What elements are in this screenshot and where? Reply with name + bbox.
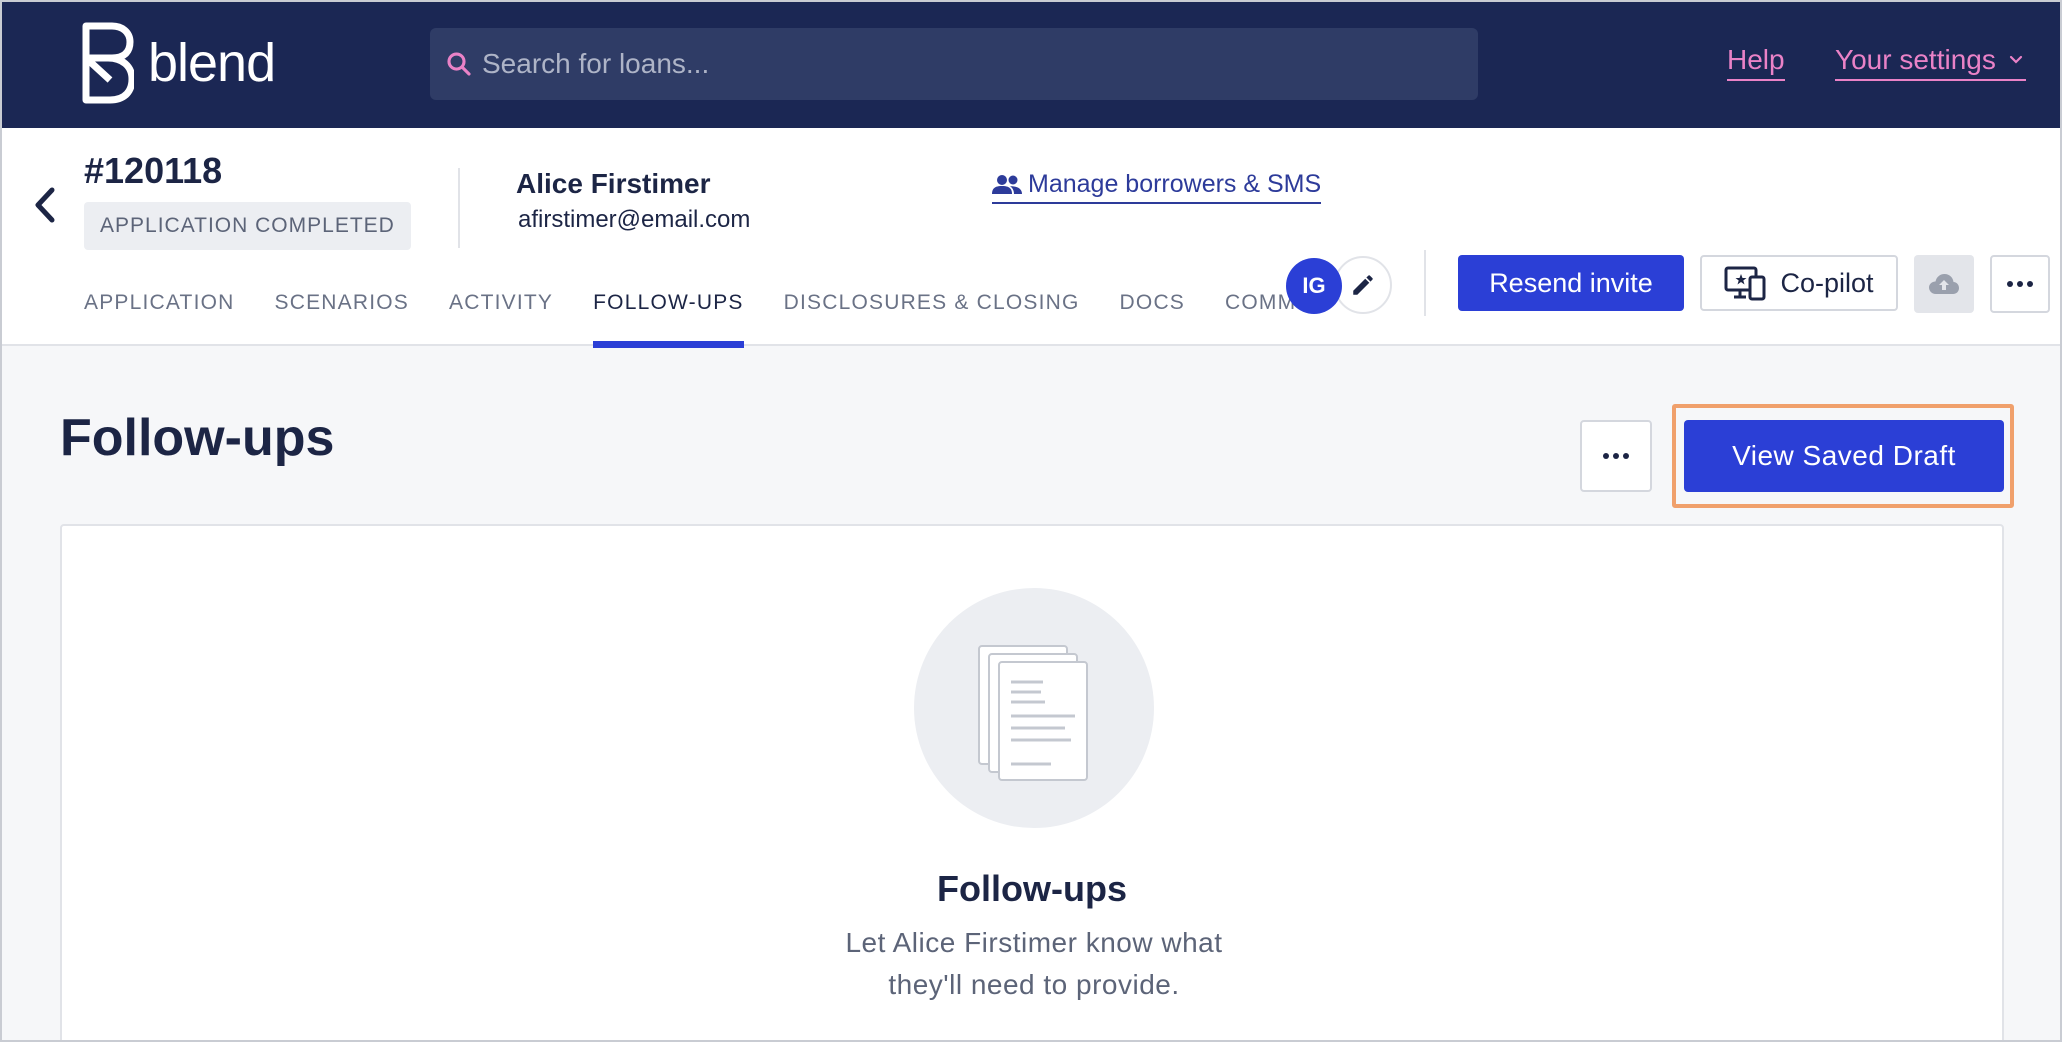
borrower-email: afirstimer@email.com xyxy=(518,206,751,233)
chevron-down-icon xyxy=(2009,55,2022,64)
tab-scenarios[interactable]: SCENARIOS xyxy=(275,288,410,346)
your-settings-label: Your settings xyxy=(1835,44,1996,75)
manage-borrowers-link[interactable]: Manage borrowers & SMS xyxy=(992,170,1322,204)
status-badge: APPLICATION COMPLETED xyxy=(84,202,411,250)
top-navbar: blend Help Your settings xyxy=(0,0,2062,128)
tab-activity[interactable]: ACTIVITY xyxy=(449,288,553,346)
your-settings-menu[interactable]: Your settings xyxy=(1835,44,2026,81)
blend-logo-icon xyxy=(82,22,134,104)
borrower-name: Alice Firstimer xyxy=(516,168,711,199)
avatar[interactable]: IG xyxy=(1286,258,1342,314)
divider xyxy=(1424,250,1426,316)
search-input[interactable] xyxy=(482,48,1442,80)
empty-state-description: Let Alice Firstimer know what they'll ne… xyxy=(845,927,1223,1000)
documents-icon xyxy=(978,645,1088,781)
more-options-button[interactable] xyxy=(1990,255,2050,313)
empty-state-illustration xyxy=(914,588,1154,828)
more-horizontal-icon xyxy=(1603,453,1629,459)
brand-logo[interactable]: blend xyxy=(82,22,276,104)
brand-name: blend xyxy=(148,33,276,93)
follow-ups-more-button[interactable] xyxy=(1580,420,1652,492)
help-link[interactable]: Help xyxy=(1727,44,1785,81)
follow-ups-card: Follow-ups Let Alice Firstimer know what… xyxy=(60,524,2004,1042)
view-saved-draft-button[interactable]: View Saved Draft xyxy=(1684,420,2004,492)
more-horizontal-icon xyxy=(2007,281,2033,287)
pencil-icon xyxy=(1353,275,1373,295)
loan-tabs: APPLICATION SCENARIOS ACTIVITY FOLLOW-UP… xyxy=(84,288,1352,348)
tab-application[interactable]: APPLICATION xyxy=(84,288,235,346)
loan-header: #120118 APPLICATION COMPLETED Alice Firs… xyxy=(0,128,2062,348)
back-arrow-icon[interactable] xyxy=(30,180,60,230)
resend-invite-button[interactable]: Resend invite xyxy=(1458,255,1684,311)
co-pilot-button[interactable]: Co-pilot xyxy=(1700,255,1898,311)
co-pilot-label: Co-pilot xyxy=(1780,267,1874,298)
edit-assignee-button[interactable] xyxy=(1334,256,1392,314)
tab-disclosures-closing[interactable]: DISCLOSURES & CLOSING xyxy=(784,288,1080,346)
loan-number: #120118 xyxy=(84,150,223,191)
cloud-upload-icon xyxy=(1929,274,1959,294)
people-icon xyxy=(992,174,1022,194)
divider xyxy=(458,168,460,248)
page-title: Follow-ups xyxy=(60,409,335,467)
tab-docs[interactable]: DOCS xyxy=(1120,288,1185,346)
tab-follow-ups[interactable]: FOLLOW-UPS xyxy=(593,288,745,348)
manage-borrowers-label: Manage borrowers & SMS xyxy=(1028,170,1322,198)
search-bar[interactable] xyxy=(430,28,1478,100)
empty-state-title: Follow-ups xyxy=(937,868,1127,909)
search-icon xyxy=(447,52,471,76)
upload-button[interactable] xyxy=(1914,255,1974,313)
monitor-icon xyxy=(1724,266,1766,301)
